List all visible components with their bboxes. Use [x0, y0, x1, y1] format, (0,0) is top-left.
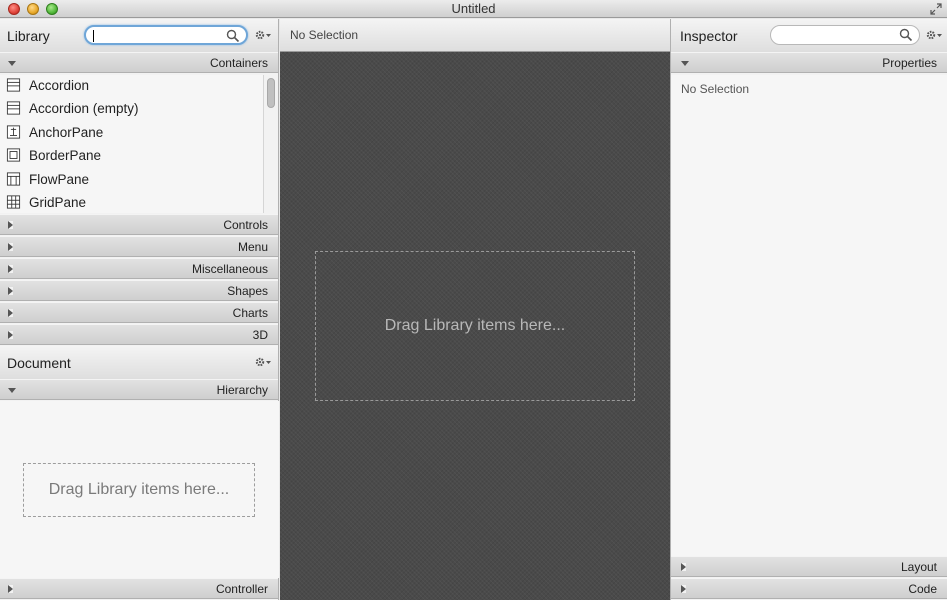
content-panel: No Selection Drag Library items here...: [280, 19, 670, 600]
library-search-input[interactable]: [84, 25, 248, 45]
collapsed-triangle-icon: [681, 585, 686, 593]
grid-pane-icon: [6, 195, 21, 209]
document-header: Document: [0, 346, 278, 380]
library-item-label: FlowPane: [29, 171, 90, 187]
section-controller[interactable]: Controller: [0, 578, 278, 599]
window-title: Untitled: [451, 1, 496, 16]
section-hierarchy[interactable]: Hierarchy: [0, 379, 278, 400]
section-label: 3D: [252, 328, 268, 342]
section-label: Containers: [209, 56, 268, 70]
section-label: Menu: [237, 240, 268, 254]
library-item-accordion-empty[interactable]: Accordion (empty): [0, 98, 263, 121]
library-title: Library: [7, 28, 50, 44]
search-icon: [226, 29, 240, 43]
section-label: Charts: [232, 306, 268, 320]
accordion-icon: [6, 101, 21, 115]
scroll-thumb[interactable]: [267, 78, 275, 108]
collapsed-triangle-icon: [8, 287, 13, 295]
section-layout[interactable]: Layout: [671, 556, 947, 577]
library-item-label: Accordion: [29, 78, 90, 93]
title-bar: Untitled: [0, 0, 947, 18]
collapsed-triangle-icon: [8, 243, 13, 251]
collapsed-triangle-icon: [8, 585, 13, 593]
expanded-triangle-icon: [681, 61, 689, 66]
collapsed-triangle-icon: [8, 331, 13, 339]
border-pane-icon: [6, 148, 21, 162]
selection-path-label: No Selection: [290, 28, 359, 42]
inspector-panel: Inspector Properties No Selection Layout…: [670, 19, 947, 600]
collapsed-triangle-icon: [8, 265, 13, 273]
fullscreen-icon[interactable]: [930, 3, 942, 15]
section-label: Controller: [215, 582, 268, 596]
library-item-list: Accordion Accordion (empty) AnchorPane B…: [0, 75, 263, 213]
inspector-gear-menu-icon[interactable]: [926, 29, 944, 43]
no-selection-text: No Selection: [681, 82, 750, 96]
library-item-label: Accordion (empty): [29, 101, 139, 117]
section-label: Shapes: [227, 284, 268, 298]
properties-panel: No Selection: [671, 75, 947, 556]
inspector-search-input[interactable]: [770, 25, 920, 45]
library-item-accordion[interactable]: Accordion: [0, 75, 263, 98]
section-miscellaneous[interactable]: Miscellaneous: [0, 258, 278, 279]
accordion-icon: [6, 78, 21, 92]
anchor-pane-icon: [6, 125, 21, 139]
library-item-gridpane[interactable]: GridPane: [0, 192, 263, 213]
section-menu[interactable]: Menu: [0, 236, 278, 257]
section-code[interactable]: Code: [671, 578, 947, 599]
inspector-header: Inspector: [671, 19, 947, 53]
flow-pane-icon: [6, 172, 21, 186]
hierarchy-panel: Drag Library items here...: [0, 401, 279, 578]
section-label: Hierarchy: [216, 383, 268, 397]
section-label: Properties: [882, 56, 937, 70]
library-item-borderpane[interactable]: BorderPane: [0, 145, 263, 168]
collapsed-triangle-icon: [8, 221, 13, 229]
section-label: Controls: [223, 218, 268, 232]
document-title: Document: [7, 355, 71, 371]
left-panel: Library Containers Accordion Accordion (…: [0, 19, 279, 600]
section-containers[interactable]: Containers: [0, 52, 278, 73]
expanded-triangle-icon: [8, 388, 16, 393]
selection-bar: No Selection: [280, 19, 670, 52]
collapsed-triangle-icon: [8, 309, 13, 317]
section-controls[interactable]: Controls: [0, 214, 278, 235]
section-charts[interactable]: Charts: [0, 302, 278, 323]
library-item-label: AnchorPane: [29, 124, 104, 140]
library-item-label: BorderPane: [29, 148, 102, 164]
section-properties[interactable]: Properties: [671, 52, 947, 73]
text-caret: [93, 30, 94, 42]
search-icon: [899, 28, 913, 42]
library-item-label: GridPane: [29, 194, 87, 210]
section-3d[interactable]: 3D: [0, 324, 278, 345]
hierarchy-drop-zone[interactable]: Drag Library items here...: [23, 463, 255, 517]
design-canvas[interactable]: Drag Library items here...: [280, 52, 670, 600]
section-label: Code: [908, 582, 937, 596]
library-item-anchorpane[interactable]: AnchorPane: [0, 122, 263, 145]
library-item-flowpane[interactable]: FlowPane: [0, 169, 263, 192]
drop-hint-text: Drag Library items here...: [48, 481, 230, 498]
library-gear-menu-icon[interactable]: [255, 29, 273, 43]
document-gear-menu-icon[interactable]: [255, 356, 273, 370]
library-scrollbar[interactable]: [263, 75, 278, 213]
drop-hint-text: Drag Library items here...: [384, 317, 566, 334]
library-header: Library: [0, 19, 278, 53]
inspector-title: Inspector: [680, 28, 738, 44]
expanded-triangle-icon: [8, 61, 16, 66]
section-label: Miscellaneous: [191, 262, 268, 276]
section-label: Layout: [900, 560, 937, 574]
section-shapes[interactable]: Shapes: [0, 280, 278, 301]
collapsed-triangle-icon: [681, 563, 686, 571]
canvas-drop-zone[interactable]: Drag Library items here...: [315, 251, 635, 401]
